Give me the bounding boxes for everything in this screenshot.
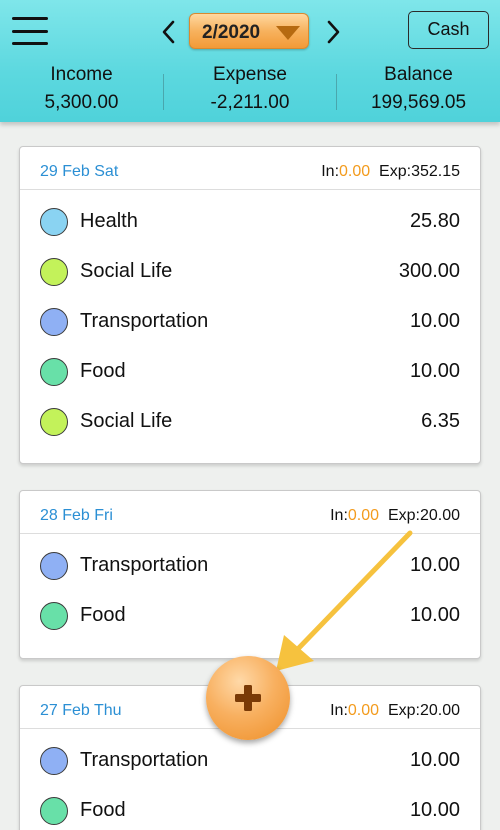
category-label: Transportation <box>80 554 209 576</box>
account-button[interactable]: Cash <box>408 11 489 49</box>
transaction-row[interactable]: Food 10.00 <box>20 590 480 640</box>
exp-value: 20.00 <box>419 507 460 524</box>
day-date[interactable]: 27 Feb Thu <box>40 702 122 720</box>
amount-value: 10.00 <box>409 360 460 382</box>
amount-value: 25.80 <box>409 210 460 232</box>
in-value: 0.00 <box>347 507 380 524</box>
transaction-row[interactable]: Food 10.00 <box>20 346 480 396</box>
day-totals: In:0.00 Exp:20.00 <box>330 702 460 720</box>
in-label: In: <box>330 702 348 719</box>
transaction-row[interactable]: Social Life 300.00 <box>20 246 480 296</box>
day-totals: In:0.00 Exp:352.15 <box>321 163 460 181</box>
transaction-row[interactable]: Food 10.00 <box>20 785 480 830</box>
expense-value: -2,211.00 <box>210 92 290 113</box>
amount-value: 300.00 <box>398 260 460 282</box>
amount-value: 10.00 <box>409 799 460 821</box>
in-value: 0.00 <box>339 163 371 180</box>
category-color-dot <box>40 747 68 775</box>
exp-value: 352.15 <box>411 163 460 180</box>
plus-icon <box>235 685 261 711</box>
category-label: Social Life <box>80 410 173 432</box>
amount-value: 10.00 <box>409 604 460 626</box>
amount-value: 10.00 <box>409 310 460 332</box>
category-label: Transportation <box>80 310 209 332</box>
month-selector-button[interactable]: 2/2020 <box>189 13 309 49</box>
expense-summary: Expense -2,211.00 <box>165 64 335 114</box>
balance-value: 199,569.05 <box>370 92 467 113</box>
amount-value: 6.35 <box>421 410 460 432</box>
transaction-row[interactable]: Social Life 6.35 <box>20 396 480 446</box>
exp-value: 20.00 <box>419 702 460 719</box>
category-color-dot <box>40 358 68 386</box>
day-totals: In:0.00 Exp:20.00 <box>330 507 460 525</box>
hamburger-menu-icon[interactable] <box>12 14 48 48</box>
transaction-row[interactable]: Transportation 10.00 <box>20 735 480 785</box>
amount-value: 10.00 <box>409 554 460 576</box>
summary-divider <box>163 74 164 110</box>
add-transaction-button[interactable] <box>206 656 290 740</box>
category-color-dot <box>40 208 68 236</box>
category-label: Food <box>80 604 126 626</box>
amount-value: 10.00 <box>409 749 460 771</box>
in-value: 0.00 <box>347 702 380 719</box>
app-header: 2/2020 Cash Income 5,300.00 Expense -2,2… <box>0 0 500 122</box>
category-color-dot <box>40 602 68 630</box>
month-label: 2/2020 <box>202 22 261 43</box>
day-date[interactable]: 29 Feb Sat <box>40 163 118 181</box>
exp-label: Exp: <box>387 507 420 524</box>
balance-summary: Balance 199,569.05 <box>337 64 500 114</box>
transaction-row[interactable]: Health 25.80 <box>20 196 480 246</box>
in-label: In: <box>330 507 348 524</box>
income-value: 5,300.00 <box>44 92 119 113</box>
category-color-dot <box>40 308 68 336</box>
category-color-dot <box>40 258 68 286</box>
day-card: 29 Feb Sat In:0.00 Exp:352.15 Health 25.… <box>19 146 481 464</box>
category-color-dot <box>40 797 68 825</box>
in-label: In: <box>321 163 340 180</box>
caret-down-icon <box>276 26 300 45</box>
transaction-row[interactable]: Transportation 10.00 <box>20 296 480 346</box>
category-label: Social Life <box>80 260 173 282</box>
chevron-left-icon[interactable] <box>157 18 181 46</box>
day-card-header: 29 Feb Sat In:0.00 Exp:352.15 <box>20 147 480 190</box>
category-label: Health <box>80 210 138 232</box>
income-label: Income <box>50 64 113 85</box>
category-label: Transportation <box>80 749 209 771</box>
day-card: 28 Feb Fri In:0.00 Exp:20.00 Transportat… <box>19 490 481 659</box>
day-date[interactable]: 28 Feb Fri <box>40 507 113 525</box>
chevron-right-icon[interactable] <box>321 18 345 46</box>
day-card-header: 28 Feb Fri In:0.00 Exp:20.00 <box>20 491 480 534</box>
income-summary: Income 5,300.00 <box>0 64 163 114</box>
exp-label: Exp: <box>387 702 420 719</box>
category-color-dot <box>40 552 68 580</box>
category-label: Food <box>80 799 126 821</box>
transaction-row[interactable]: Transportation 10.00 <box>20 540 480 590</box>
category-label: Food <box>80 360 126 382</box>
category-color-dot <box>40 408 68 436</box>
balance-label: Balance <box>384 64 453 85</box>
exp-label: Exp: <box>379 163 412 180</box>
expense-label: Expense <box>213 64 287 85</box>
